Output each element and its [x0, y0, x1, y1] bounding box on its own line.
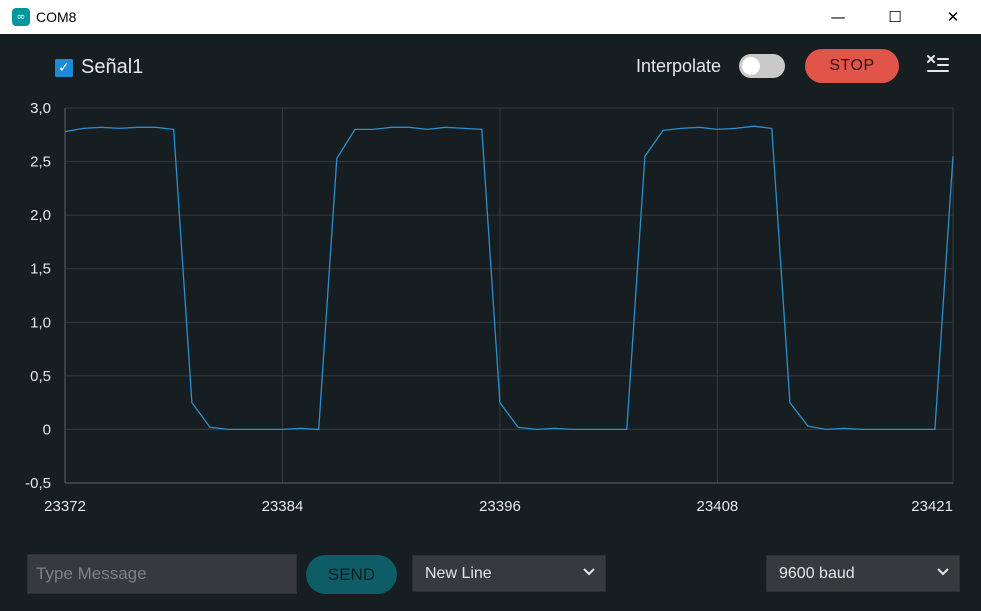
- message-input[interactable]: [27, 554, 297, 594]
- y-tick-label: -0,5: [25, 475, 51, 492]
- y-tick-label: 0,5: [30, 368, 51, 385]
- plot-series: [64, 125, 954, 431]
- y-tick-label: 2,5: [30, 154, 51, 171]
- maximize-button[interactable]: ☐: [872, 0, 918, 34]
- series-label: Señal1: [81, 56, 144, 78]
- clear-plot-icon[interactable]: [926, 54, 950, 76]
- stop-button[interactable]: STOP: [805, 49, 899, 83]
- x-tick-label: 23421: [911, 498, 953, 515]
- x-tick-label: 23384: [262, 498, 304, 515]
- x-tick-label: 23372: [44, 498, 86, 515]
- send-button[interactable]: SEND: [306, 555, 397, 594]
- close-button[interactable]: ✕: [930, 0, 976, 34]
- x-tick-label: 23396: [479, 498, 521, 515]
- chevron-down-icon: [583, 568, 595, 576]
- window-title: COM8: [36, 9, 77, 25]
- x-tick-label: 23408: [697, 498, 739, 515]
- baud-rate-value: 9600 baud: [779, 565, 855, 582]
- arduino-icon: ∞: [12, 8, 30, 26]
- toggle-knob: [742, 57, 760, 75]
- title-bar: ∞ COM8 — ☐ ✕: [0, 0, 981, 34]
- interpolate-toggle[interactable]: [739, 54, 785, 78]
- y-tick-label: 3,0: [30, 100, 51, 117]
- series-line: [64, 125, 954, 431]
- y-tick-label: 1,0: [30, 314, 51, 331]
- y-tick-label: 2,0: [30, 207, 51, 224]
- y-tick-label: 1,5: [30, 261, 51, 278]
- series-checkbox[interactable]: ✓: [55, 59, 73, 77]
- y-tick-label: 0: [43, 421, 51, 438]
- plot-grid: [64, 107, 954, 484]
- y-axis-ticks: 3,0 2,5 2,0 1,5 1,0 0,5 0 -0,5: [25, 100, 51, 492]
- minimize-button[interactable]: —: [815, 0, 861, 34]
- x-axis-ticks: 23372 23384 23396 23408 23421: [44, 498, 953, 515]
- serial-plot: 3,02,52,01,51,00,50-0,5 23372 23384 23396 2…: [25, 100, 954, 515]
- baud-rate-select[interactable]: 9600 baud: [766, 555, 960, 592]
- line-ending-select[interactable]: New Line: [412, 555, 606, 592]
- chevron-down-icon: [937, 568, 949, 576]
- interpolate-label: Interpolate: [636, 56, 722, 76]
- line-ending-value: New Line: [425, 565, 492, 582]
